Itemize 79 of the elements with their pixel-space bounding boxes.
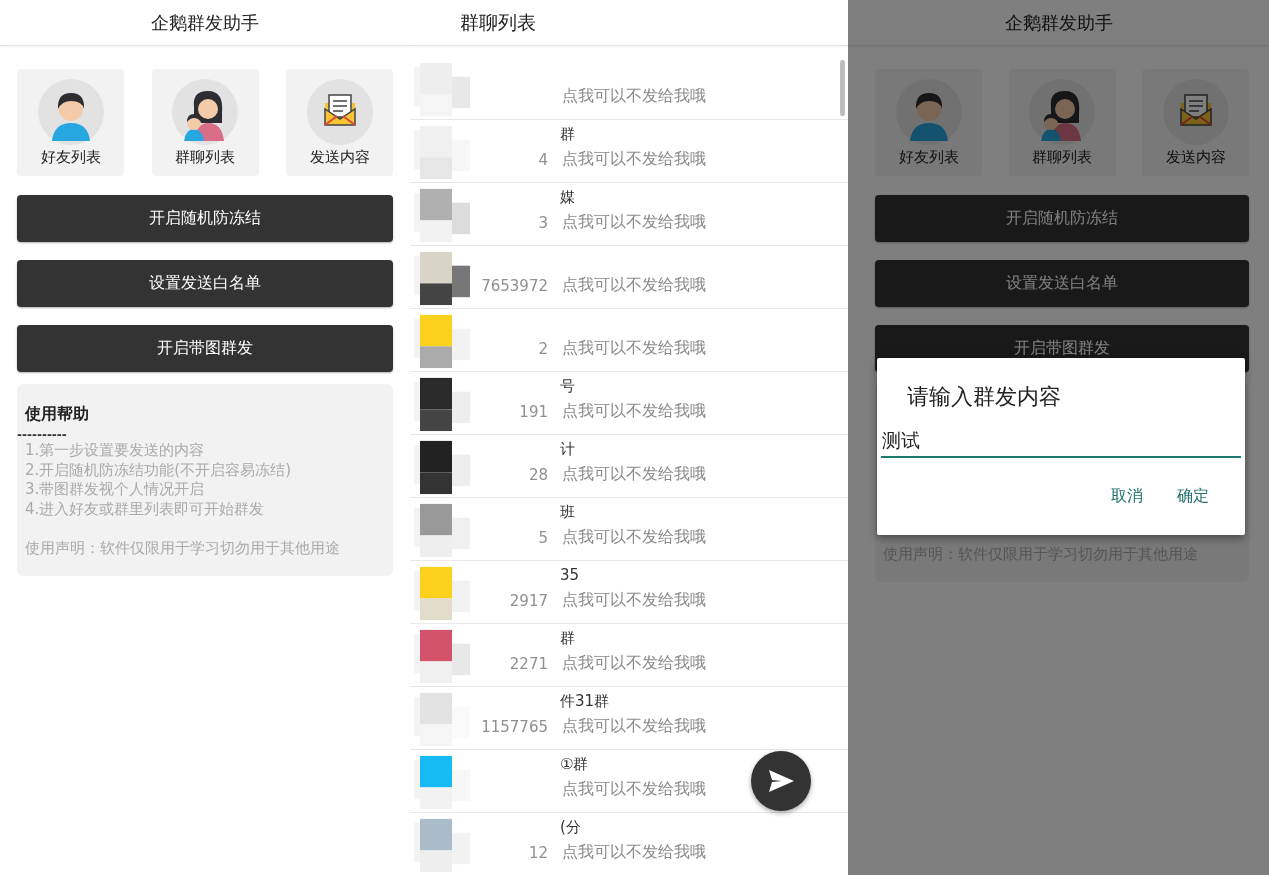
help-line: 4.进入好友或群里列表即可开始群发 <box>25 499 266 519</box>
hint-text: 点我可以不发给我哦 <box>562 85 706 107</box>
send-button[interactable] <box>751 751 811 811</box>
hint-text: 点我可以不发给我哦 <box>562 463 706 485</box>
input-field[interactable]: 测试 <box>881 426 1241 458</box>
dialog-title: 请输入群发内容 <box>907 383 1062 411</box>
action-button[interactable]: 设置发送白名单 <box>875 260 1249 307</box>
group-number: 2 <box>538 339 548 358</box>
people-avatar-icon <box>1029 78 1095 145</box>
group-number: 5 <box>538 528 548 547</box>
help-line: 1.第一步设置要发送的内容 <box>25 441 206 461</box>
app-title: 企鹅群发助手 <box>1004 10 1113 35</box>
group-row[interactable]: 35 2917 点我可以不发给我哦 <box>410 561 848 624</box>
hint-text: 点我可以不发给我哦 <box>562 841 706 863</box>
envelope-icon <box>306 78 373 145</box>
group-row[interactable]: 计 28 点我可以不发给我哦 <box>410 435 848 498</box>
help-title: 使用帮助 <box>25 404 90 425</box>
hint-text: 点我可以不发给我哦 <box>562 274 706 296</box>
menu-tile[interactable]: 发送内容 <box>286 69 393 176</box>
hint-text: 点我可以不发给我哦 <box>562 589 706 611</box>
group-number: 2271 <box>509 654 548 673</box>
group-number: 4 <box>538 150 548 169</box>
hint-text: 点我可以不发给我哦 <box>562 526 706 548</box>
scrollbar[interactable] <box>840 60 845 116</box>
help-line: 3.带图群发视个人情况开启 <box>25 480 206 500</box>
dashed-divider: ---------- <box>17 429 68 441</box>
group-name: 件31群 <box>560 692 610 710</box>
action-button[interactable]: 设置发送白名单 <box>17 260 393 307</box>
hint-text: 点我可以不发给我哦 <box>562 778 706 800</box>
menu-tile[interactable]: 好友列表 <box>875 69 982 176</box>
group-number: 1157765 <box>481 717 548 736</box>
group-name: (分 <box>560 818 581 836</box>
group-name: 35 <box>560 566 580 584</box>
action-button[interactable]: 开启随机防冻结 <box>17 195 393 242</box>
group-number: 191 <box>519 402 548 421</box>
group-number: 2917 <box>509 591 548 610</box>
menu-tile[interactable]: 群聊列表 <box>151 69 259 176</box>
boy-avatar-icon <box>895 78 962 145</box>
group-number: 28 <box>528 465 548 484</box>
group-row[interactable]: 号 191 点我可以不发给我哦 <box>410 372 848 435</box>
app-title: 企鹅群发助手 <box>151 10 259 35</box>
hint-text: 点我可以不发给我哦 <box>562 400 706 422</box>
disclaimer-text: 使用声明：软件仅限用于学习切勿用于其他用途 <box>25 539 341 558</box>
menu-tile[interactable]: 发送内容 <box>1142 69 1249 176</box>
action-button[interactable]: 开启随机防冻结 <box>875 195 1249 242</box>
dialog-button[interactable]: 取消 <box>1107 480 1147 513</box>
hint-text: 点我可以不发给我哦 <box>562 337 706 359</box>
menu-tile[interactable]: 群聊列表 <box>1008 69 1116 176</box>
group-name: ①群 <box>560 755 589 773</box>
group-row[interactable]: 7653972 点我可以不发给我哦 <box>410 246 848 309</box>
hint-text: 点我可以不发给我哦 <box>562 652 706 674</box>
hint-text: 点我可以不发给我哦 <box>562 148 706 170</box>
group-row[interactable]: 班 5 点我可以不发给我哦 <box>410 498 848 561</box>
page-title: 群聊列表 <box>460 9 536 35</box>
group-name: 群 <box>560 629 575 647</box>
group-name: 群 <box>560 125 575 143</box>
group-number: 12 <box>528 843 548 862</box>
help-line: 2.开启随机防冻结功能(不开启容易冻结) <box>25 460 292 480</box>
action-button[interactable]: 开启带图群发 <box>17 325 393 372</box>
menu-tile[interactable]: 好友列表 <box>17 69 124 176</box>
group-row[interactable]: 群 4 点我可以不发给我哦 <box>410 120 848 183</box>
envelope-icon <box>1162 78 1229 145</box>
people-avatar-icon <box>172 78 238 145</box>
group-number: 7653972 <box>481 276 548 295</box>
group-row[interactable]: 点我可以不发给我哦 <box>410 57 848 120</box>
group-row[interactable]: 件31群 1157765 点我可以不发给我哦 <box>410 687 848 750</box>
group-row[interactable]: 2 点我可以不发给我哦 <box>410 309 848 372</box>
group-name: 媒 <box>560 188 575 206</box>
group-name: 号 <box>560 377 575 395</box>
group-name: 计 <box>560 440 575 458</box>
dialog-button[interactable]: 确定 <box>1173 480 1213 513</box>
boy-avatar-icon <box>37 78 104 145</box>
group-row[interactable]: 媒 3 点我可以不发给我哦 <box>410 183 848 246</box>
hint-text: 点我可以不发给我哦 <box>562 211 706 233</box>
group-row[interactable]: (分 12 点我可以不发给我哦 <box>410 813 848 875</box>
group-number: 3 <box>538 213 548 232</box>
group-row[interactable]: 群 2271 点我可以不发给我哦 <box>410 624 848 687</box>
group-name: 班 <box>560 503 575 521</box>
hint-text: 点我可以不发给我哦 <box>562 715 706 737</box>
